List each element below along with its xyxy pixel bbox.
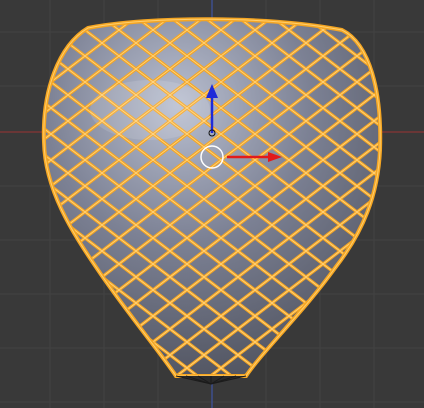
wireframe-mesh[interactable] xyxy=(30,10,400,390)
viewport-canvas[interactable] xyxy=(0,0,424,408)
bottom-pole xyxy=(175,375,247,385)
3d-viewport[interactable] xyxy=(0,0,424,408)
